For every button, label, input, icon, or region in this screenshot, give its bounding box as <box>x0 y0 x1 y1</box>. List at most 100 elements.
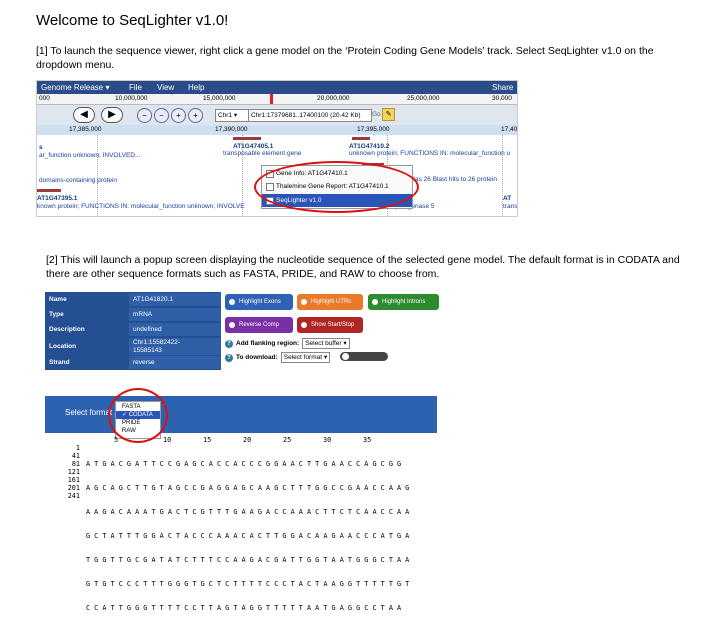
ruler-tick: 5 <box>114 436 119 444</box>
info-value: undefined <box>133 326 162 333</box>
scale-label: 20,000,000 <box>317 95 350 102</box>
highlight-introns-button[interactable]: Highlight Introns <box>368 294 439 310</box>
gene-model[interactable] <box>233 137 261 140</box>
highlight-ring <box>108 388 168 443</box>
scale-label: 10,000,000 <box>115 95 148 102</box>
gene-description: transposable element gene <box>223 150 302 157</box>
format-label: Select format <box>65 408 113 417</box>
gene-info-table: Name AT1G41820.1 Type mRNA Description u… <box>45 292 221 370</box>
info-label: Strand <box>49 359 70 366</box>
menu-help[interactable]: Help <box>188 81 204 94</box>
button-label: Highlight Exons <box>239 299 281 305</box>
reverse-comp-button[interactable]: Reverse Comp <box>225 317 293 333</box>
show-start-stop-button[interactable]: Show Start/Stop <box>297 317 363 333</box>
download-row: ? To download: Select format ▾ <box>225 352 331 363</box>
highlight-utrs-button[interactable]: Highlight UTRs <box>297 294 363 310</box>
line-number: 81 <box>71 460 80 468</box>
info-value: mRNA <box>133 311 153 318</box>
info-row: Description undefined <box>45 322 221 337</box>
genome-browser-screenshot: Genome Release ▾ File View Help Share 00… <box>36 80 518 217</box>
line-number: 121 <box>67 468 80 476</box>
line-number: 201 <box>67 484 80 492</box>
button-label: Show Start/Stop <box>311 322 355 328</box>
zoom-in-icon[interactable]: + <box>171 108 186 123</box>
sequence-line: G C T A T T T G G A C T A C C C A A A C … <box>86 532 410 540</box>
info-label: Location <box>49 343 77 350</box>
page-title: Welcome to SeqLighter v1.0! <box>36 12 229 29</box>
highlight-exons-button[interactable]: Highlight Exons <box>225 294 293 310</box>
position-marker[interactable] <box>270 94 273 104</box>
menu-file[interactable]: File <box>129 81 142 94</box>
button-label: Highlight Introns <box>382 299 426 305</box>
gene-model[interactable] <box>37 189 61 192</box>
sequence-line: G T G T C C C T T T G G G T G C T C T T … <box>86 580 410 588</box>
gene-label[interactable]: AT1G47395.1 <box>37 195 77 203</box>
info-label: Type <box>49 311 64 318</box>
highlight-icon[interactable]: ✎ <box>382 108 395 121</box>
info-value: AT1G41820.1 <box>133 296 173 303</box>
format-download-select[interactable]: Select format ▾ <box>280 352 331 363</box>
info-value: reverse <box>133 359 155 366</box>
sequence-line: T G G T T G C G A T A T C T T T C C A A … <box>86 556 410 564</box>
info-row: Location Chr1:15582422-15585143 <box>45 337 221 355</box>
sequence-line: A G C A G C T T G T A G C C G A G G A G … <box>86 484 410 492</box>
navigation-bar: ◀ ▶ − − + + Chr1 ▾ Chr1:17379681..174001… <box>37 105 517 125</box>
zoom-out-icon[interactable]: − <box>154 108 169 123</box>
download-label: To download: <box>236 354 278 362</box>
scale-label: 17,395,000 <box>357 126 390 133</box>
download-toggle[interactable] <box>340 352 388 361</box>
scale-label: 17,400 <box>501 126 518 133</box>
gene-label[interactable]: AT <box>503 195 511 203</box>
menu-view[interactable]: View <box>157 81 174 94</box>
overview-scale: 000 10,000,000 15,000,000 20,000,000 25,… <box>37 94 517 105</box>
detail-scale: 17,385,000 17,390,000 17,395,000 17,400 <box>37 125 517 135</box>
buffer-select[interactable]: Select buffer ▾ <box>302 338 350 349</box>
info-row: Strand reverse <box>45 355 221 370</box>
menu-genome-release[interactable]: Genome Release ▾ <box>41 81 110 94</box>
scale-label: 17,385,000 <box>69 126 102 133</box>
go-button[interactable]: Go <box>372 109 381 120</box>
button-label: Reverse Comp <box>239 322 280 328</box>
seq-tools-panel: Highlight Exons Highlight UTRs Highlight… <box>225 292 440 340</box>
gene-description: known protein; FUNCTIONS IN: molecular_f… <box>37 203 245 210</box>
button-label: Highlight UTRs <box>311 299 352 305</box>
help-icon[interactable]: ? <box>225 353 233 362</box>
pan-right-icon[interactable]: ▶ <box>101 107 123 123</box>
scale-label: 30,000 <box>492 95 512 102</box>
line-number: 1 <box>75 444 80 452</box>
ruler-tick: 30 <box>323 436 332 444</box>
zoom-in-large-icon[interactable]: + <box>188 108 203 123</box>
flanking-region-row: ? Add flanking region: Select buffer ▾ <box>225 338 350 349</box>
ruler-tick: 25 <box>283 436 292 444</box>
scale-label: 17,390,000 <box>215 126 248 133</box>
gene-description: unknown protein; FUNCTIONS IN: molecular… <box>349 150 511 157</box>
zoom-out-large-icon[interactable]: − <box>137 108 152 123</box>
ruler-tick: 35 <box>363 436 372 444</box>
gene-label[interactable]: s <box>39 144 43 152</box>
menu-share[interactable]: Share <box>492 81 513 94</box>
info-row: Name AT1G41820.1 <box>45 292 221 307</box>
browser-menubar: Genome Release ▾ File View Help Share <box>37 81 517 94</box>
ruler-tick: 10 <box>163 436 172 444</box>
chromosome-select[interactable]: Chr1 ▾ <box>215 109 249 122</box>
instruction-step-1: [1] To launch the sequence viewer, right… <box>36 45 654 71</box>
format-bar: Select format FASTA ✓ CODATA PRIDE RAW <box>45 396 437 439</box>
help-icon[interactable]: ? <box>225 339 233 348</box>
gene-description: ar_function unknown; INVOLVED... <box>39 152 141 159</box>
info-label: Name <box>49 296 67 303</box>
info-label: Description <box>49 326 85 333</box>
flanking-region-label: Add flanking region: <box>236 340 300 348</box>
scale-label: 25,000,000 <box>407 95 440 102</box>
gene-description: domains-containing protein <box>39 177 118 184</box>
scale-label: 000 <box>39 95 50 102</box>
ruler-tick: 15 <box>203 436 212 444</box>
scale-label: 15,000,000 <box>203 95 236 102</box>
sequence-line: C C A T T G G G T T T T C C T T A G T A … <box>86 604 402 612</box>
pan-left-icon[interactable]: ◀ <box>73 107 95 123</box>
gene-description: trans <box>503 203 518 210</box>
location-input[interactable]: Chr1:17379681..17400100 (20.42 Kb) <box>248 109 372 122</box>
line-number: 241 <box>67 492 80 500</box>
instruction-step-2: [2] This will launch a popup screen disp… <box>46 254 680 280</box>
sequence-line: A T G A C G A T T C C G A G C A C C A C … <box>86 460 402 468</box>
gene-model[interactable] <box>352 137 370 140</box>
